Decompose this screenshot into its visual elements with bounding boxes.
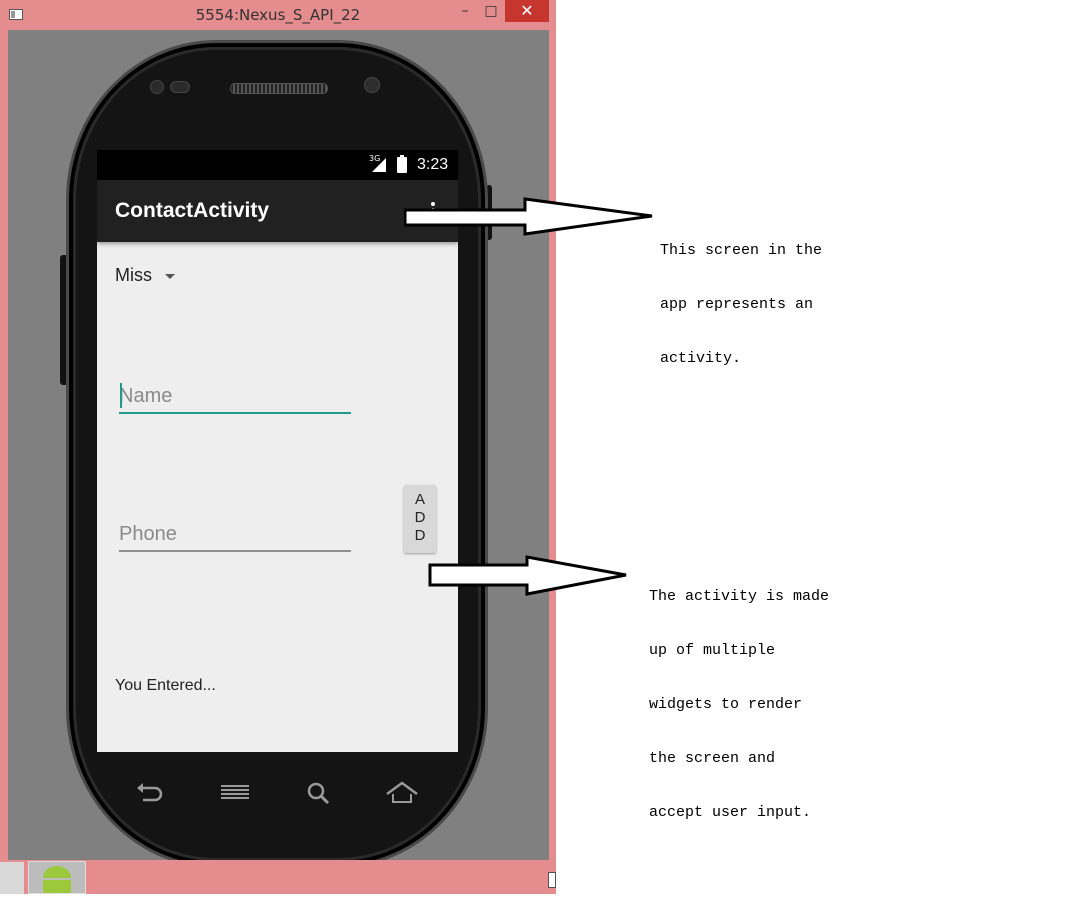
spinner-value: Miss: [115, 264, 152, 285]
annotation-line: activity.: [660, 350, 742, 367]
add-button-letter: D: [414, 509, 426, 526]
android-icon: [43, 866, 71, 893]
front-camera: [150, 80, 164, 94]
window-title-bar[interactable]: 5554:Nexus_S_API_22 – □ ✕: [0, 0, 556, 30]
earpiece-speaker: [230, 83, 328, 94]
annotation-line: The activity is made: [649, 588, 830, 605]
text-cursor: [120, 383, 122, 408]
back-key-icon[interactable]: [133, 780, 167, 806]
annotation-activity: This screen in the app represents an act…: [660, 206, 822, 386]
signal-icon: [372, 158, 386, 172]
name-field[interactable]: [119, 380, 351, 414]
dropdown-arrow-icon: [165, 273, 175, 279]
result-text: You Entered...: [115, 677, 216, 694]
arrow-icon: [428, 555, 627, 596]
battery-icon: [397, 155, 407, 173]
menu-key-icon[interactable]: [218, 780, 252, 806]
activity-title: ContactActivity: [115, 199, 270, 222]
maximize-button[interactable]: □: [478, 0, 504, 22]
annotation-widgets: The activity is made up of multiple widg…: [649, 552, 829, 840]
search-key-icon[interactable]: [302, 780, 336, 806]
taskbar-android-item[interactable]: [28, 861, 86, 894]
annotation-line: the screen and: [649, 750, 776, 767]
annotation-line: accept user input.: [649, 804, 812, 821]
status-time: 3:23: [417, 156, 449, 173]
phone-field[interactable]: [119, 518, 351, 552]
annotation-line: This screen in the: [660, 242, 823, 259]
annotation-line: widgets to render: [649, 696, 803, 713]
light-sensor: [364, 77, 380, 93]
minimize-button[interactable]: –: [452, 0, 478, 22]
add-button[interactable]: A D D: [404, 485, 436, 553]
annotation-line: app represents an: [660, 296, 814, 313]
taskbar-item[interactable]: [548, 872, 556, 888]
annotation-line: up of multiple: [649, 642, 776, 659]
title-spinner[interactable]: Miss: [115, 262, 175, 288]
home-key-icon[interactable]: [385, 780, 419, 806]
add-button-letter: D: [414, 527, 426, 544]
status-bar: 3G 3:23: [97, 150, 458, 180]
proximity-sensor: [170, 81, 190, 93]
taskbar-item[interactable]: [0, 862, 24, 894]
close-button[interactable]: ✕: [505, 0, 549, 22]
device-screen: 3G 3:23 ContactActivity Miss A D D You E…: [97, 150, 458, 752]
arrow-icon: [404, 197, 653, 236]
add-button-letter: A: [414, 491, 425, 508]
